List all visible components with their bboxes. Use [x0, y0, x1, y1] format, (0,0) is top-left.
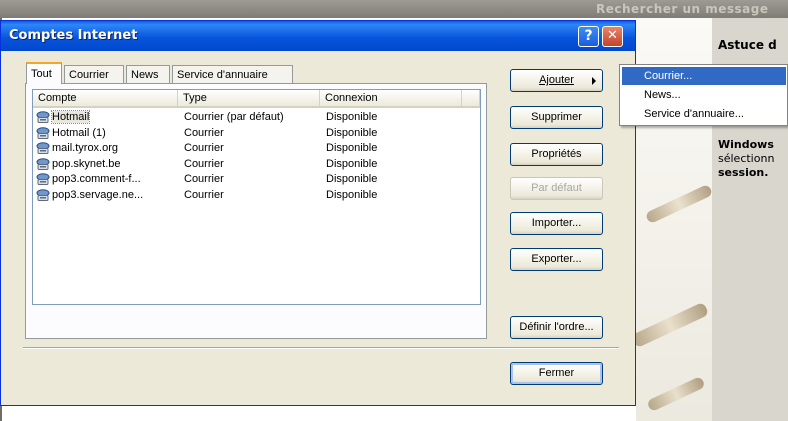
account-icon: [36, 157, 50, 170]
tip-text: Windows sélectionn session.: [718, 138, 774, 180]
account-icon: [36, 188, 50, 201]
remove-button[interactable]: Supprimer: [510, 106, 603, 129]
account-name-cell: Hotmail: [36, 110, 91, 125]
add-button-label: Ajouter: [539, 74, 574, 86]
account-name-cell: pop.skynet.be: [36, 157, 121, 172]
account-connection: Disponible: [326, 111, 378, 123]
account-name: mail.tyrox.org: [52, 142, 119, 154]
account-name: pop3.servage.ne...: [52, 188, 144, 201]
account-row[interactable]: pop.skynet.be Courrier Disponible: [36, 157, 476, 172]
account-connection: Disponible: [326, 157, 378, 170]
account-icon: [36, 111, 50, 123]
menu-item-news[interactable]: News...: [622, 86, 786, 104]
accounts-list[interactable]: Compte Type Connexion Hotmail Courrier (p…: [32, 89, 481, 305]
account-name-cell: mail.tyrox.org: [36, 141, 118, 156]
account-name: pop3.comment-f...: [52, 173, 141, 185]
dialog-titlebar[interactable]: Comptes Internet ? ✕: [1, 21, 635, 51]
account-row[interactable]: mail.tyrox.org Courrier Disponible: [36, 141, 476, 156]
account-connection: Disponible: [326, 142, 378, 154]
import-button[interactable]: Importer...: [510, 212, 603, 235]
account-type: Courrier: [184, 188, 224, 201]
account-connection: Disponible: [326, 188, 378, 201]
set-default-button[interactable]: Par défaut: [510, 177, 603, 200]
help-button[interactable]: ?: [578, 26, 599, 47]
menu-item-news-label: News...: [644, 89, 681, 101]
account-name: Hotmail: [50, 110, 91, 124]
account-type: Courrier (par défaut): [184, 111, 284, 123]
tab-directory-service[interactable]: Service d'annuaire: [172, 65, 293, 83]
account-type: Courrier: [184, 142, 224, 154]
account-name: pop.skynet.be: [52, 157, 121, 170]
tip-line-1: Windows: [718, 138, 774, 151]
account-name-cell: pop3.servage.ne...: [36, 188, 143, 203]
column-header-account[interactable]: Compte: [33, 90, 178, 108]
tip-title: Astuce d: [718, 38, 777, 52]
account-type: Courrier: [184, 126, 224, 139]
tab-mail[interactable]: Courrier: [64, 65, 124, 83]
menu-item-mail-label: Courrier...: [644, 70, 693, 82]
account-row[interactable]: pop3.comment-f... Courrier Disponible: [36, 172, 476, 187]
internet-accounts-dialog: Comptes Internet ? ✕ Tout Courrier News …: [0, 20, 636, 406]
tip-line-3: session.: [718, 166, 769, 179]
add-submenu: Courrier... News... Service d'annuaire..…: [619, 64, 788, 126]
background-toolbar: Rechercher un message: [0, 0, 788, 18]
dialog-title: Comptes Internet: [9, 28, 138, 43]
account-row[interactable]: Hotmail (1) Courrier Disponible: [36, 126, 476, 141]
account-connection: Disponible: [326, 126, 378, 139]
account-name-cell: pop3.comment-f...: [36, 172, 141, 187]
account-row[interactable]: pop3.servage.ne... Courrier Disponible: [36, 188, 476, 203]
background-search-text: Rechercher un message: [596, 2, 769, 16]
account-connection: Disponible: [326, 173, 378, 185]
close-button[interactable]: Fermer: [510, 362, 603, 385]
menu-item-directory-service[interactable]: Service d'annuaire...: [622, 105, 786, 123]
account-icon: [36, 173, 50, 185]
account-row[interactable]: Hotmail Courrier (par défaut) Disponible: [36, 110, 476, 125]
close-icon[interactable]: ✕: [602, 26, 623, 47]
column-header-type[interactable]: Type: [178, 90, 320, 108]
separator: [23, 347, 619, 349]
submenu-arrow-icon: [592, 77, 596, 85]
column-header-connection[interactable]: Connexion: [320, 90, 462, 108]
menu-item-mail[interactable]: Courrier...: [622, 67, 786, 85]
menu-item-directory-service-label: Service d'annuaire...: [644, 108, 744, 120]
tab-all[interactable]: Tout: [26, 62, 62, 84]
column-header-filler: [462, 90, 480, 108]
account-icon: [36, 126, 50, 139]
account-icon: [36, 142, 50, 154]
account-name: Hotmail (1): [52, 126, 106, 139]
add-button[interactable]: Ajouter: [510, 69, 603, 92]
properties-button[interactable]: Propriétés: [510, 143, 603, 166]
export-button[interactable]: Exporter...: [510, 248, 603, 271]
tab-news[interactable]: News: [126, 65, 170, 83]
tip-line-2: sélectionn: [718, 152, 775, 165]
account-type: Courrier: [184, 157, 224, 170]
account-name-cell: Hotmail (1): [36, 126, 106, 141]
set-order-button[interactable]: Définir l'ordre...: [510, 316, 603, 339]
account-type: Courrier: [184, 173, 224, 185]
